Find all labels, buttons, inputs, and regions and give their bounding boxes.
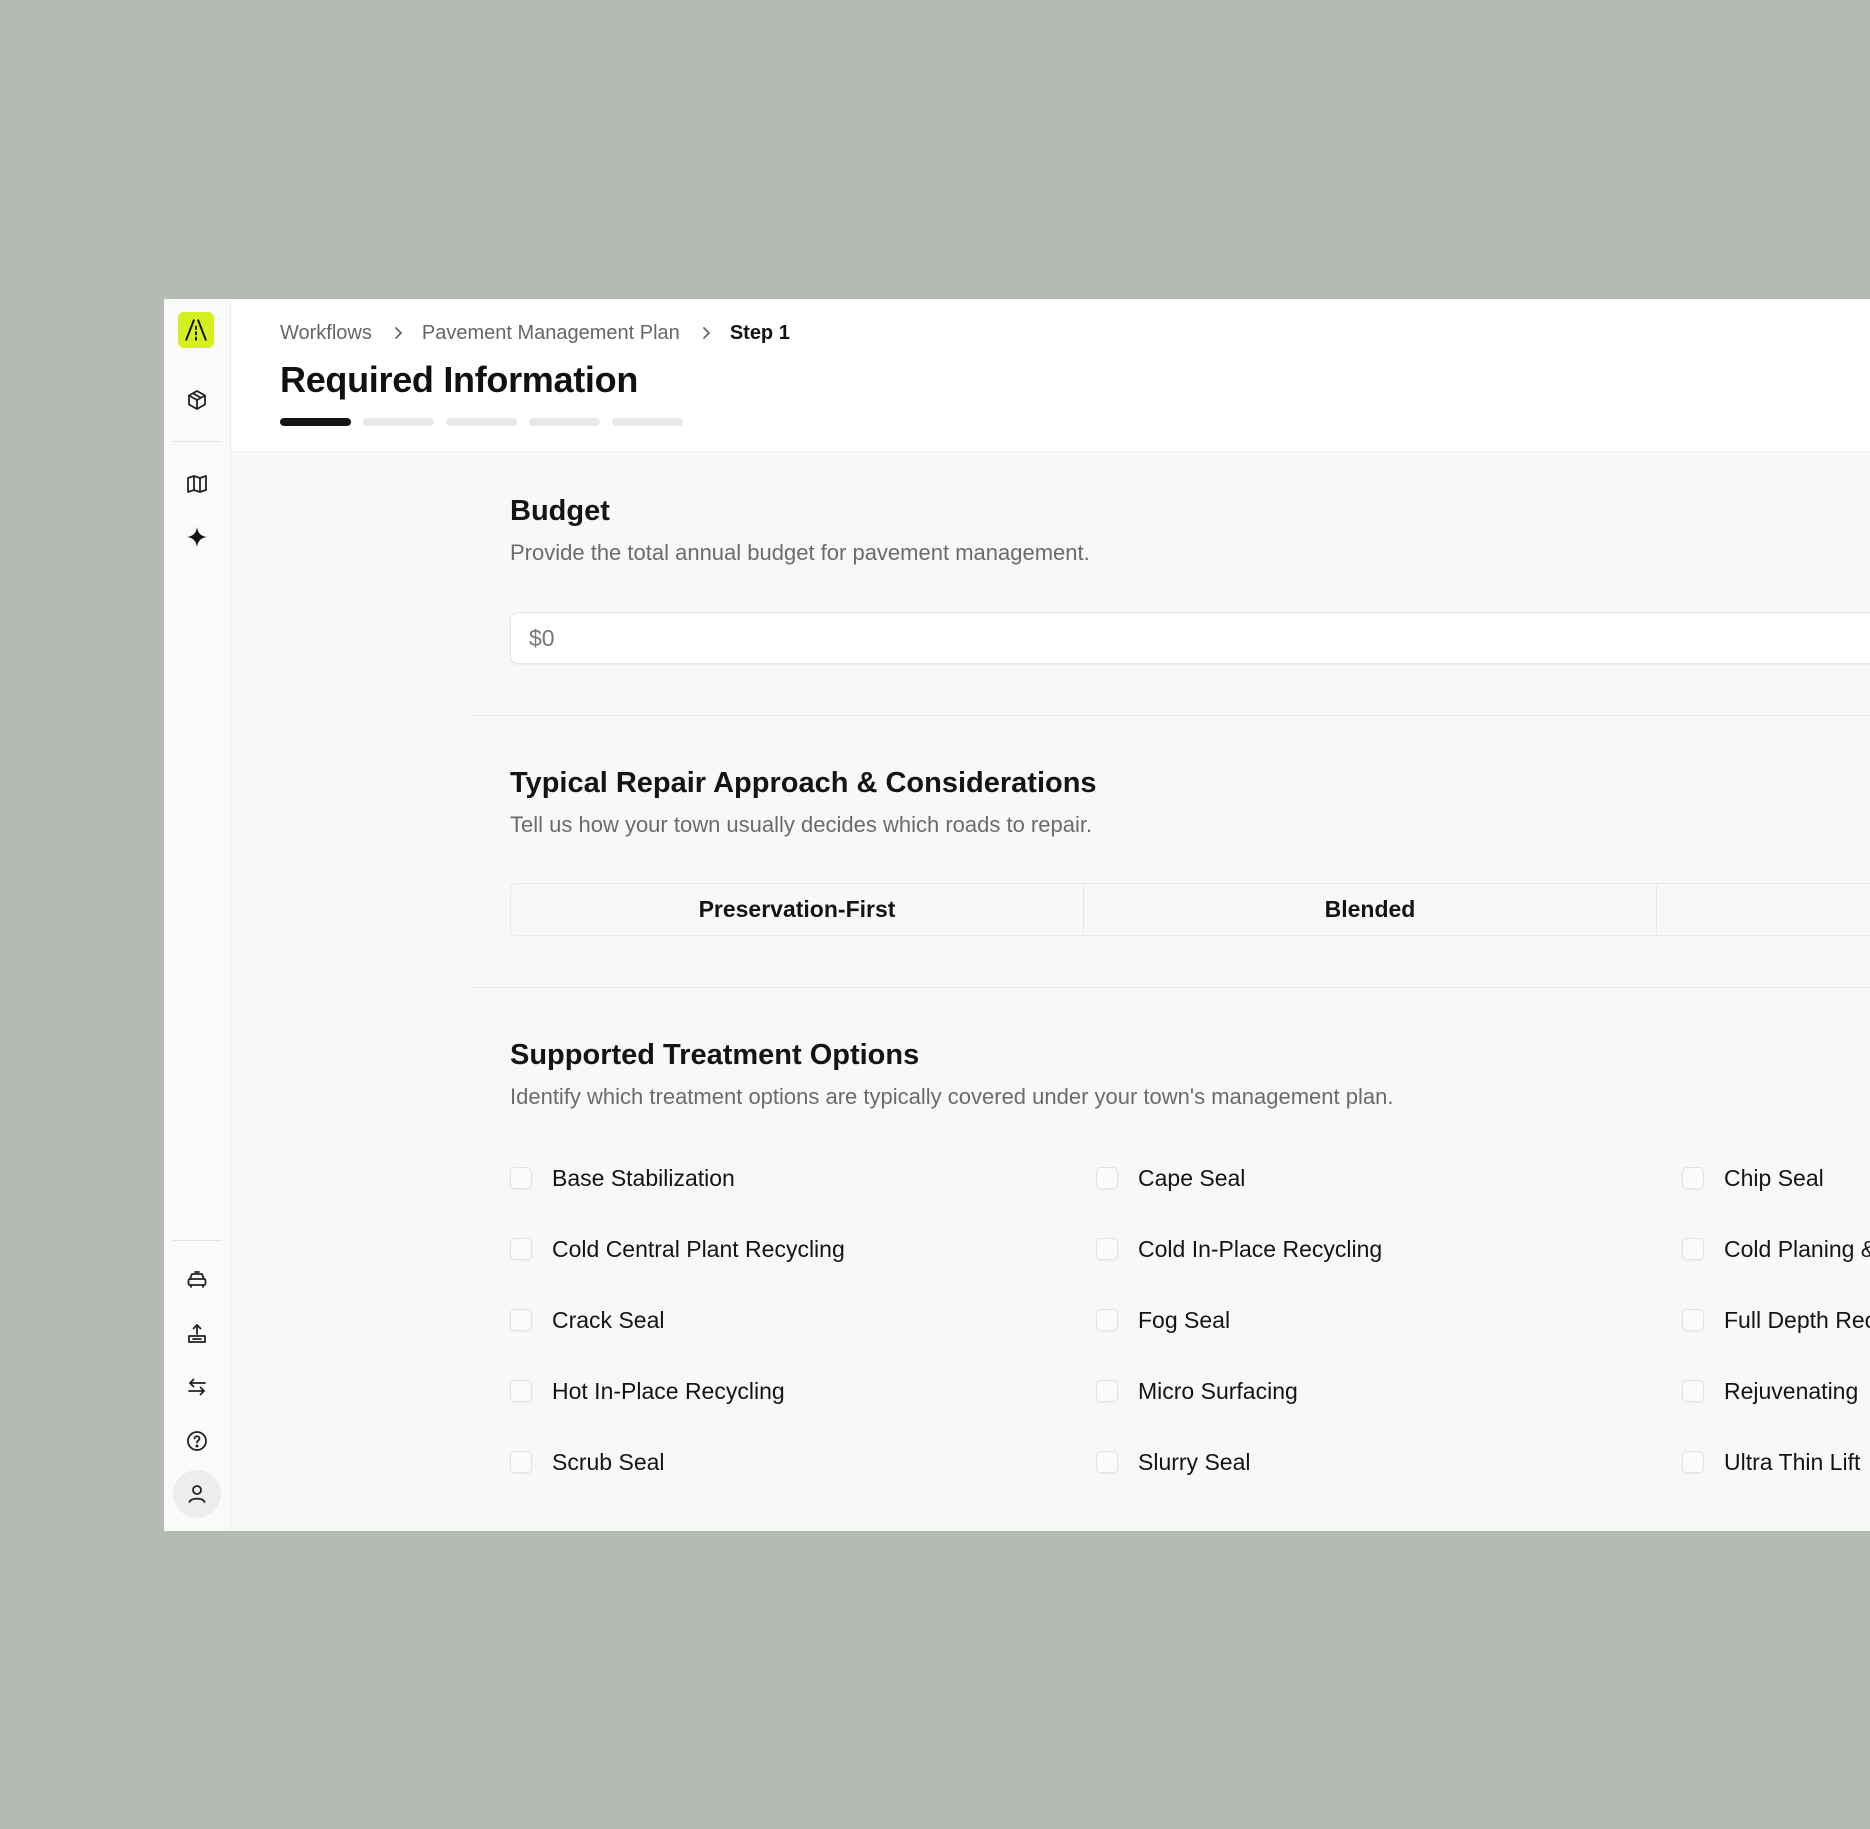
progress-step-4 <box>529 418 600 426</box>
help-icon <box>187 1431 207 1451</box>
treatments-title: Supported Treatment Options <box>510 1039 920 1071</box>
treatment-option[interactable]: Cold Central Plant Recycling <box>510 1234 845 1264</box>
treatment-option[interactable]: Scrub Seal <box>510 1447 665 1477</box>
treatment-option[interactable]: Base Stabilization <box>510 1163 735 1193</box>
checkbox[interactable] <box>1096 1167 1118 1189</box>
page-header: Workflows Pavement Management Plan Step … <box>231 299 1870 452</box>
checkbox[interactable] <box>1096 1309 1118 1331</box>
swap-icon <box>188 1378 206 1396</box>
progress-step-5 <box>612 418 683 426</box>
upload-button[interactable] <box>173 1310 221 1358</box>
breadcrumb-pavement-plan[interactable]: Pavement Management Plan <box>422 322 680 345</box>
checkbox[interactable] <box>510 1451 532 1473</box>
checkbox[interactable] <box>1682 1309 1704 1331</box>
progress-step-2 <box>363 418 434 426</box>
treatment-option[interactable]: Hot In-Place Recycling <box>510 1376 785 1406</box>
option-preservation-first[interactable]: Preservation-First <box>510 883 1084 936</box>
sidebar <box>164 299 231 1531</box>
cube-button[interactable] <box>173 376 221 424</box>
checkbox[interactable] <box>1682 1167 1704 1189</box>
section-divider <box>474 987 1870 988</box>
checkbox[interactable] <box>1682 1451 1704 1473</box>
chevron-right-icon <box>700 326 712 340</box>
car-icon <box>187 1271 207 1288</box>
repair-approach-description: Tell us how your town usually decides wh… <box>510 812 1093 837</box>
treatments-description: Identify which treatment options are typ… <box>510 1084 1394 1109</box>
ai-assistant-button[interactable] <box>173 513 221 561</box>
checkbox[interactable] <box>1682 1380 1704 1402</box>
treatment-option[interactable]: Rejuvenating <box>1682 1376 1858 1406</box>
vehicle-button[interactable] <box>173 1256 221 1304</box>
option-blended[interactable]: Blended <box>1083 883 1657 936</box>
repair-approach-selector: Preservation-First Blended <box>510 883 1870 936</box>
sidebar-divider <box>172 441 222 442</box>
transfer-button[interactable] <box>173 1363 221 1411</box>
upload-icon <box>188 1324 206 1343</box>
user-icon <box>188 1485 206 1503</box>
treatment-option[interactable]: Fog Seal <box>1096 1305 1230 1335</box>
budget-input[interactable] <box>510 612 1870 664</box>
treatment-option[interactable]: Ultra Thin Lift <box>1682 1447 1860 1477</box>
breadcrumb: Workflows Pavement Management Plan Step … <box>280 321 790 345</box>
treatment-option[interactable]: Cold Planing & <box>1682 1234 1870 1264</box>
app-window: Workflows Pavement Management Plan Step … <box>164 299 1870 1531</box>
form-content: Budget Provide the total annual budget f… <box>231 452 1870 1531</box>
treatment-option[interactable]: Slurry Seal <box>1096 1447 1250 1477</box>
treatment-option[interactable]: Cape Seal <box>1096 1163 1245 1193</box>
repair-approach-title: Typical Repair Approach & Considerations <box>510 767 1097 799</box>
checkbox[interactable] <box>510 1380 532 1402</box>
progress-step-3 <box>446 418 517 426</box>
treatment-option[interactable]: Chip Seal <box>1682 1163 1824 1193</box>
breadcrumb-workflows[interactable]: Workflows <box>280 322 372 345</box>
treatment-option[interactable]: Crack Seal <box>510 1305 664 1335</box>
step-progress <box>280 418 683 426</box>
checkbox[interactable] <box>510 1167 532 1189</box>
checkbox[interactable] <box>510 1309 532 1331</box>
checkbox[interactable] <box>1682 1238 1704 1260</box>
progress-step-1 <box>280 418 351 426</box>
map-icon <box>187 475 207 493</box>
help-button[interactable] <box>173 1417 221 1465</box>
sparkle-icon <box>187 527 207 547</box>
section-divider <box>474 715 1870 716</box>
checkbox[interactable] <box>1096 1238 1118 1260</box>
logo-icon[interactable] <box>178 312 214 348</box>
treatment-option[interactable]: Cold In-Place Recycling <box>1096 1234 1382 1264</box>
treatment-option[interactable]: Micro Surfacing <box>1096 1376 1298 1406</box>
checkbox[interactable] <box>510 1238 532 1260</box>
chevron-right-icon <box>392 326 404 340</box>
breadcrumb-current-step: Step 1 <box>729 321 790 344</box>
checkbox[interactable] <box>1096 1451 1118 1473</box>
checkbox[interactable] <box>1096 1380 1118 1402</box>
map-button[interactable] <box>173 460 221 508</box>
option-third-approach[interactable] <box>1656 883 1870 936</box>
page-title: Required Information <box>280 359 639 400</box>
treatment-option[interactable]: Full Depth Rec <box>1682 1305 1870 1335</box>
budget-title: Budget <box>510 495 610 527</box>
cube-icon <box>188 390 206 410</box>
budget-description: Provide the total annual budget for pave… <box>510 540 1090 565</box>
user-avatar-button[interactable] <box>173 1470 221 1518</box>
sidebar-divider <box>172 1240 222 1241</box>
cube-icon[interactable] <box>173 675 221 723</box>
